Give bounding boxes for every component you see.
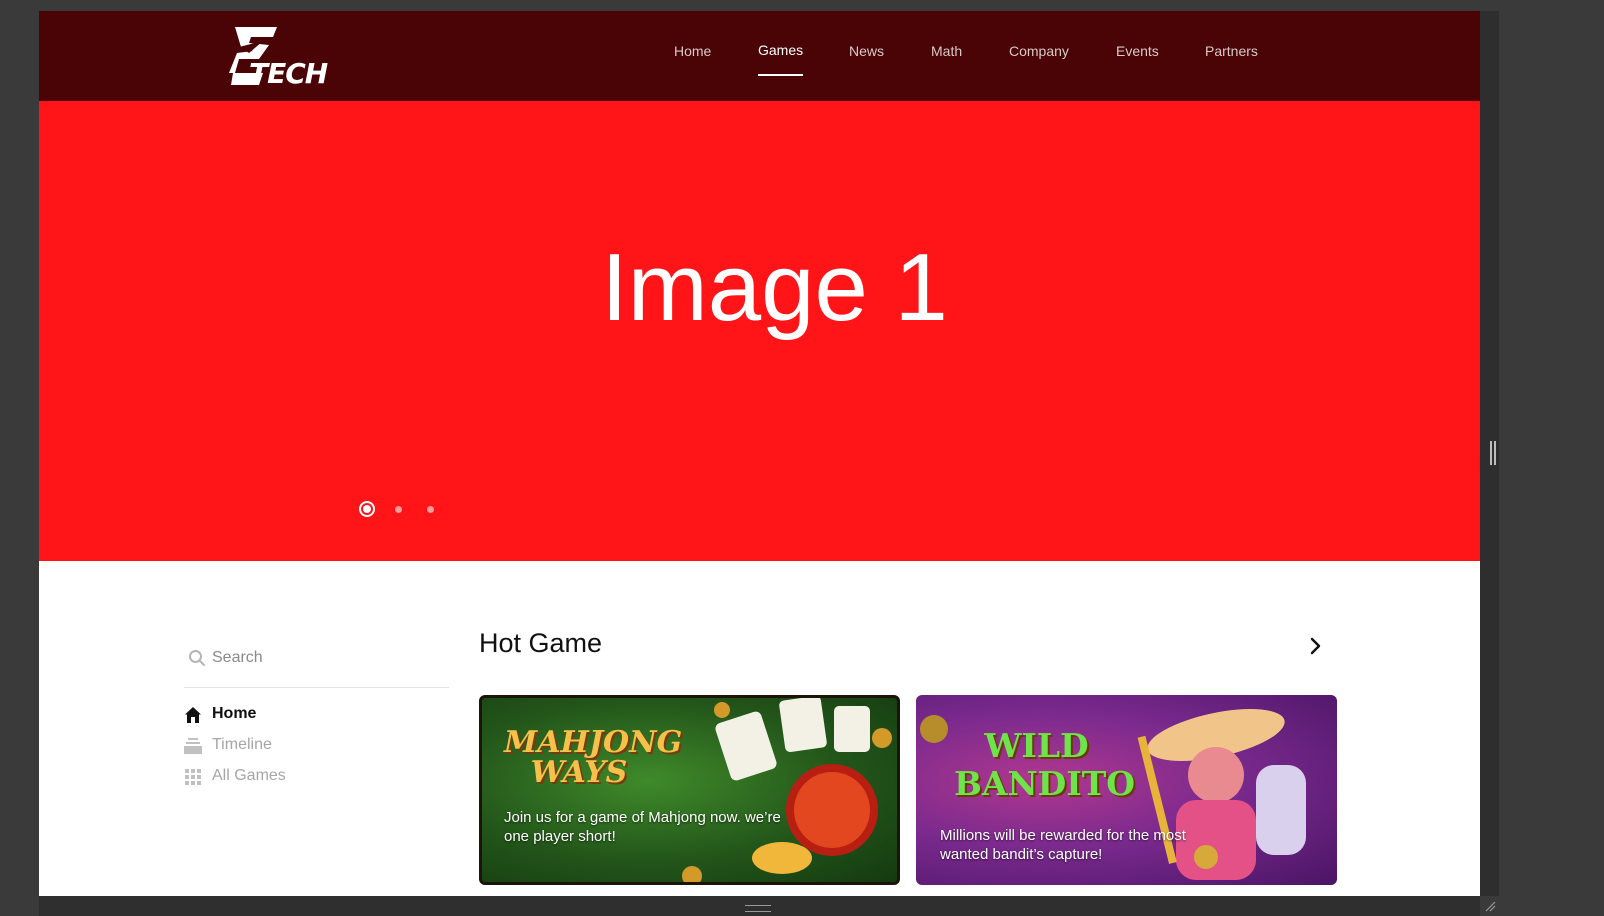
carousel-dot-2[interactable] <box>395 506 402 513</box>
widget-drag-handle[interactable] <box>1490 441 1496 465</box>
card-game-logo: MAHJONG WAYS <box>504 725 683 790</box>
search-icon <box>189 650 205 666</box>
nav-math[interactable]: Math <box>931 43 962 59</box>
browser-viewport: TECH Home Games News Math Company Events… <box>39 11 1480 896</box>
carousel-dot-1[interactable] <box>359 501 375 517</box>
nav-games-label: Games <box>758 42 804 58</box>
card-caption: Join us for a game of Mahjong now. we’re… <box>504 809 781 845</box>
nav-events[interactable]: Events <box>1116 43 1159 59</box>
main-nav: Home Games News Math Company Events Part… <box>39 11 1480 101</box>
game-card-wild-bandito[interactable]: WILD BANDITO Millions will be rewarded f… <box>916 695 1337 885</box>
grid-icon <box>185 769 201 785</box>
nav-news[interactable]: News <box>849 43 884 59</box>
timeline-icon <box>184 738 202 754</box>
nav-partners[interactable]: Partners <box>1205 43 1258 59</box>
nav-home[interactable]: Home <box>674 43 711 59</box>
site-header: TECH Home Games News Math Company Events… <box>39 11 1480 101</box>
nav-active-underline <box>758 74 804 76</box>
nav-games[interactable]: Games <box>758 42 804 76</box>
sidebar-search[interactable]: Search <box>184 647 449 688</box>
corner-resize-icon[interactable] <box>1484 900 1496 912</box>
section-title: Hot Game <box>479 628 603 658</box>
search-placeholder: Search <box>212 649 263 666</box>
hero-slide-text: Image 1 <box>601 234 948 341</box>
sidebar-item-label: Timeline <box>212 736 272 753</box>
nav-company[interactable]: Company <box>1009 43 1069 59</box>
resize-handle[interactable] <box>745 905 771 912</box>
card-game-logo: WILD BANDITO <box>954 726 1136 803</box>
home-icon <box>185 707 201 723</box>
hero-carousel[interactable]: Image 1 <box>39 101 1480 561</box>
chevron-right-icon[interactable] <box>1305 636 1325 656</box>
carousel-dot-3[interactable] <box>427 506 434 513</box>
sidebar-item-label: All Games <box>212 767 286 784</box>
sidebar-item-label: Home <box>212 705 257 722</box>
card-caption: Millions will be rewarded for the most w… <box>940 827 1186 863</box>
window-side-panel <box>1499 0 1604 916</box>
game-card-mahjong-ways[interactable]: MAHJONG WAYS Join us for a game of Mahjo… <box>479 695 900 885</box>
